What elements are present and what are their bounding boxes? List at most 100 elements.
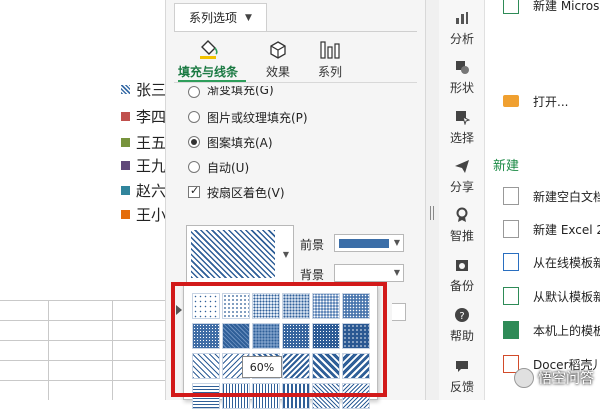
option-label: 图片或纹理填充(P) xyxy=(207,110,308,125)
auto-fill-option[interactable]: 自动(U) xyxy=(188,158,249,176)
radio-button[interactable] xyxy=(188,111,200,123)
legend-swatch xyxy=(121,209,130,219)
doc-label: 本机上的模板 xyxy=(533,323,600,338)
sidebar-label: 选择 xyxy=(449,131,474,145)
sidebar-item-select[interactable]: 选择 xyxy=(439,107,485,151)
grid-line xyxy=(48,300,49,400)
watermark: 悟空问答 xyxy=(514,368,594,388)
doc-label: 新建 Excel 2 xyxy=(533,222,600,237)
background-label: 背景 xyxy=(300,268,325,282)
legend-swatch xyxy=(121,160,130,170)
transparency-slider-end xyxy=(392,303,406,321)
cursor-select-icon xyxy=(439,107,485,127)
sidebar-label: 备份 xyxy=(449,279,474,293)
legend-item-wangxiao: 王小 xyxy=(121,205,165,224)
open-item[interactable]: 打开... xyxy=(503,90,568,112)
sidebar-label: 分享 xyxy=(449,180,474,194)
sidebar-label: 帮助 xyxy=(449,329,474,343)
option-label: 图案填充(A) xyxy=(207,135,273,150)
divider xyxy=(174,31,417,32)
checkbox-checked[interactable] xyxy=(188,184,200,198)
highlight-annotation-frame xyxy=(171,282,387,397)
sidebar-item-help[interactable]: ? 帮助 xyxy=(439,305,485,349)
legend-item-zhangsan: 张三 xyxy=(121,80,165,99)
legend-label: 王五 xyxy=(136,133,165,152)
local-template-item[interactable]: 本机上的模板 xyxy=(503,319,600,341)
spreadsheet-area: 张三 李四 王五 王九 赵六 王小 xyxy=(0,0,165,400)
sidebar-item-share[interactable]: 分享 xyxy=(439,156,485,200)
pattern-fill-option[interactable]: 图案填充(A) xyxy=(188,133,273,151)
tab-series[interactable]: 系列 xyxy=(298,36,362,80)
grid-line xyxy=(0,300,165,301)
sidebar-item-backup[interactable]: 备份 xyxy=(439,255,485,299)
analysis-icon xyxy=(439,8,485,28)
online-template-icon xyxy=(503,253,519,271)
legend-label: 赵六 xyxy=(136,181,165,200)
document-panel: 新建 Microsoft 打开... 新建 新建空白文档 新建 Excel 2 … xyxy=(485,0,600,400)
gradient-fill-option[interactable]: 渐变填充(G) xyxy=(188,86,274,98)
blank-doc-icon xyxy=(503,187,519,205)
chat-bubble-icon xyxy=(439,356,485,376)
sidebar-label: 形状 xyxy=(449,81,474,95)
chevron-down-icon: ▼ xyxy=(245,12,252,23)
tab-label: 系列 xyxy=(317,65,342,79)
paper-plane-icon xyxy=(439,156,485,176)
online-template-item[interactable]: 从在线模板新 xyxy=(503,251,600,273)
grid-line xyxy=(0,380,165,381)
splitter-grip-icon xyxy=(430,206,434,220)
recent-doc-item[interactable]: 新建 Microsoft xyxy=(503,0,600,16)
local-template-icon xyxy=(503,321,519,339)
doc-label: 从默认模板新 xyxy=(533,289,600,304)
foreground-color-picker[interactable]: ▼ xyxy=(334,234,404,252)
legend-label: 王小 xyxy=(136,205,165,224)
sidebar-label: 智推 xyxy=(449,229,474,243)
radio-button[interactable] xyxy=(188,161,200,173)
grid-line xyxy=(0,340,165,341)
legend-label: 张三 xyxy=(136,80,165,99)
new-excel-doc-item[interactable]: 新建 Excel 2 xyxy=(503,218,600,240)
legend-label: 王九 xyxy=(136,156,165,175)
chevron-down-icon: ▼ xyxy=(393,268,400,277)
excel-doc-icon xyxy=(503,220,519,238)
right-sidebar: 分析 形状 选择 分享 智推 备份 ? 帮助 反馈 xyxy=(439,0,485,400)
badge-icon xyxy=(439,205,485,225)
option-label: 自动(U) xyxy=(207,160,250,175)
series-options-label: 系列选项 xyxy=(189,11,238,25)
chevron-down-icon: ▼ xyxy=(393,238,400,247)
doc-label: 新建 Microsoft xyxy=(533,0,600,13)
tab-fill-and-line[interactable]: 填充与线条 xyxy=(176,36,240,80)
radio-button-selected[interactable] xyxy=(188,136,200,148)
doc-label: 从在线模板新 xyxy=(533,255,600,270)
legend-swatch xyxy=(121,111,130,121)
radio-button[interactable] xyxy=(188,86,200,98)
excel-file-icon xyxy=(503,0,519,14)
legend-item-wangwu: 王五 xyxy=(121,133,165,152)
grid-line xyxy=(112,300,113,400)
sidebar-item-shape[interactable]: 形状 xyxy=(439,57,485,101)
new-blank-doc-item[interactable]: 新建空白文档 xyxy=(503,185,600,207)
sidebar-item-recommend[interactable]: 智推 xyxy=(439,205,485,249)
chevron-down-icon: ▼ xyxy=(282,250,289,259)
pane-splitter[interactable] xyxy=(425,0,439,400)
default-template-item[interactable]: 从默认模板新 xyxy=(503,285,600,307)
legend-swatch xyxy=(121,185,130,195)
background-color-picker[interactable]: ▼ xyxy=(334,264,404,282)
picture-fill-option[interactable]: 图片或纹理填充(P) xyxy=(188,108,308,126)
series-options-dropdown[interactable]: 系列选项 ▼ xyxy=(174,3,267,31)
foreground-color-swatch xyxy=(339,239,389,248)
tab-label: 填充与线条 xyxy=(177,65,238,79)
legend-item-lisi: 李四 xyxy=(121,107,165,126)
folder-icon xyxy=(503,95,519,107)
help-icon: ? xyxy=(439,305,485,325)
sidebar-item-analysis[interactable]: 分析 xyxy=(439,8,485,52)
sidebar-label: 反馈 xyxy=(449,380,474,394)
backup-icon xyxy=(439,255,485,275)
svg-text:?: ? xyxy=(459,311,464,322)
vary-colors-option[interactable]: 按扇区着色(V) xyxy=(188,183,285,201)
watermark-text: 悟空问答 xyxy=(538,371,594,387)
bar-chart-icon xyxy=(298,36,362,60)
new-section-heading: 新建 xyxy=(493,159,520,174)
pattern-picker-button[interactable]: ▼ xyxy=(186,225,294,283)
open-label: 打开... xyxy=(533,94,569,109)
sidebar-item-feedback[interactable]: 反馈 xyxy=(439,356,485,400)
